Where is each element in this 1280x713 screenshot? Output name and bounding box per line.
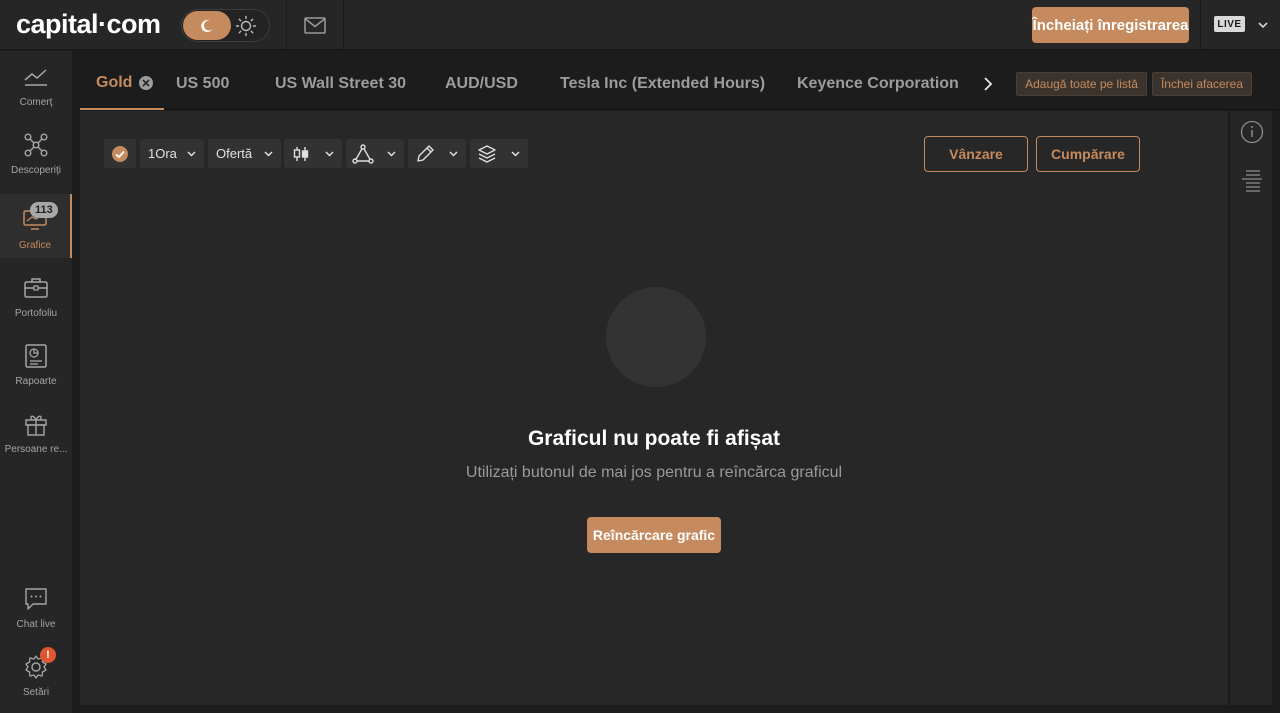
sidebar: Comerț Descoperiți 113 Grafice Portofoli… (0, 51, 72, 713)
sidebar-item-label: Setări (22, 687, 50, 698)
chevron-down-icon (264, 151, 273, 157)
list-lines-icon (1242, 170, 1262, 192)
divider (343, 0, 344, 50)
mail-button[interactable] (300, 12, 330, 38)
sidebar-item-live-chat[interactable]: Chat live (0, 573, 72, 637)
chart-type-select[interactable] (284, 139, 342, 168)
logo[interactable]: capital·com (16, 8, 161, 40)
moon-icon (201, 19, 213, 32)
right-panel (1229, 111, 1272, 705)
chevron-down-icon (187, 151, 196, 157)
chevron-down-icon (387, 151, 396, 157)
reload-chart-button[interactable]: Reîncărcare grafic (587, 517, 721, 553)
sidebar-item-label: Grafice (18, 240, 52, 251)
tab-keyence[interactable]: Keyence Corporation (797, 58, 959, 110)
chevron-down-icon (325, 151, 334, 157)
envelope-icon (304, 16, 326, 34)
timeframe-select[interactable]: 1Ora (140, 139, 204, 168)
sidebar-item-label: Rapoarte (15, 376, 57, 387)
divider (286, 0, 287, 50)
layers-icon (478, 144, 496, 163)
tab-gold[interactable]: Gold (80, 58, 165, 110)
close-deal-button[interactable]: Închei afacerea (1152, 72, 1252, 96)
tab-us-wall-street-30[interactable]: US Wall Street 30 (275, 58, 406, 110)
price-type-select[interactable]: Ofertă (208, 139, 281, 168)
check-circle-icon (112, 145, 128, 162)
candlestick-icon (293, 146, 309, 161)
pencil-icon (417, 144, 434, 162)
bottom-strip (80, 705, 1280, 713)
sidebar-item-reports[interactable]: Rapoarte (0, 330, 72, 394)
indicators-select[interactable] (346, 139, 404, 168)
divider (1200, 0, 1201, 50)
empty-state-subtitle: Utilizați butonul de mai jos pentru a re… (465, 464, 843, 481)
tab-us-500[interactable]: US 500 (176, 58, 229, 110)
instrument-tabs: Gold US 500 US Wall Street 30 AUD/USD Te… (80, 58, 1280, 110)
chevron-right-icon[interactable] (978, 74, 998, 94)
triangle-nodes-icon (352, 143, 374, 164)
tab-aud-usd[interactable]: AUD/USD (445, 58, 518, 110)
sun-icon[interactable] (235, 15, 257, 37)
top-bar: capital·com Încheiați înregistrarea LIVE (0, 0, 1280, 50)
sell-button[interactable]: Vânzare (924, 136, 1028, 172)
order-book-button[interactable] (1239, 167, 1265, 193)
gift-icon (22, 410, 50, 438)
theme-toggle[interactable] (181, 9, 270, 42)
chevron-down-icon (511, 151, 520, 157)
complete-registration-button[interactable]: Încheiați înregistrarea (1032, 7, 1189, 43)
chevron-down-icon (449, 151, 458, 157)
add-all-to-list-button[interactable]: Adaugă toate pe listă (1016, 72, 1147, 96)
info-icon (1240, 120, 1264, 144)
sidebar-item-discover[interactable]: Descoperiți (0, 119, 72, 183)
account-mode-badge[interactable]: LIVE (1214, 16, 1245, 32)
chart-area: 1Ora Ofertă Vânzare Cumpărare Graficul n… (80, 111, 1228, 705)
info-button[interactable] (1239, 119, 1265, 145)
empty-state-title: Graficul nu poate fi afișat (527, 427, 781, 450)
tab-label: Gold (96, 74, 133, 91)
sidebar-item-label: Comerț (19, 97, 53, 108)
chevron-down-icon[interactable] (1256, 18, 1270, 32)
buy-button[interactable]: Cumpărare (1036, 136, 1140, 172)
settings-alert-badge: ! (40, 647, 56, 663)
sidebar-item-referrals[interactable]: Persoane re... (0, 398, 72, 462)
sidebar-item-label: Portofoliu (14, 308, 58, 319)
sidebar-item-portfolio[interactable]: Portofoliu (0, 262, 72, 326)
empty-state-illustration (606, 287, 706, 387)
trend-line-icon (22, 63, 50, 91)
sidebar-item-label: Persoane re... (4, 444, 68, 455)
report-icon (22, 342, 50, 370)
price-type-value: Ofertă (216, 146, 253, 161)
charts-count-badge: 113 (30, 202, 58, 218)
sidebar-item-label: Chat live (16, 619, 56, 630)
briefcase-icon (22, 274, 50, 302)
drawing-tools-select[interactable] (408, 139, 466, 168)
timeframe-value: 1Ora (148, 146, 177, 161)
sidebar-item-settings[interactable]: ! Setări (0, 641, 72, 705)
sidebar-item-charts[interactable]: 113 Grafice (0, 194, 72, 258)
chat-bubble-icon (22, 585, 50, 613)
chart-settings-toggle[interactable] (104, 139, 136, 168)
close-icon[interactable] (139, 76, 154, 90)
sidebar-item-label: Descoperiți (10, 165, 62, 176)
sidebar-item-trade[interactable]: Comerț (0, 51, 72, 115)
tab-tesla[interactable]: Tesla Inc (Extended Hours) (560, 58, 765, 110)
dark-mode-knob[interactable] (183, 11, 231, 40)
layers-select[interactable] (470, 139, 528, 168)
network-nodes-icon (22, 131, 50, 159)
